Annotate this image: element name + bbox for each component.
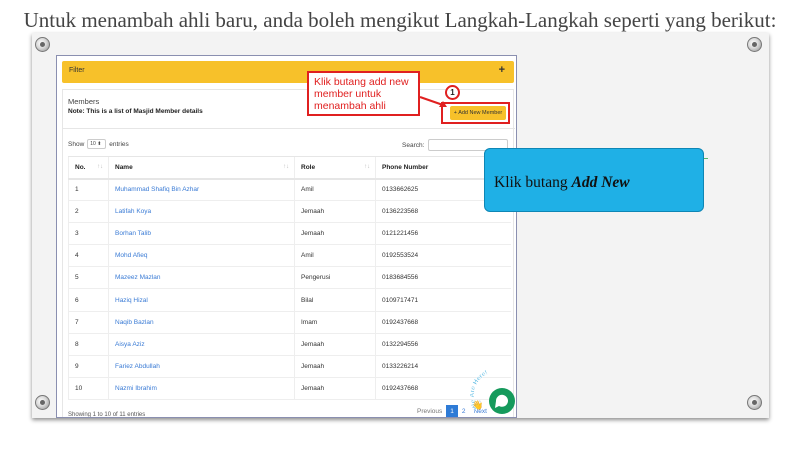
column-header-no[interactable]: No. ↑↓	[68, 156, 109, 180]
pagination-page-2[interactable]: 2	[458, 405, 470, 417]
table-header-row: No. ↑↓ Name ↑↓ Role ↑↓ Phone Number	[68, 156, 511, 180]
pushpin-icon	[747, 395, 762, 410]
sort-icon: ↑↓	[283, 164, 289, 170]
cell-phone: 0132294556	[375, 333, 511, 356]
instruction-callout: Klik butang add new member untuk menamba…	[307, 71, 420, 116]
cell-role: Jemaah	[294, 222, 376, 246]
expand-plus-icon[interactable]: +	[499, 64, 505, 76]
pushpin-icon	[35, 37, 50, 52]
cell-role: Imam	[294, 311, 376, 334]
show-label: Show	[68, 140, 85, 148]
pagination-previous[interactable]: Previous	[413, 405, 446, 417]
cell-no: 4	[68, 244, 109, 268]
cell-role: Amil	[294, 178, 376, 202]
cell-name[interactable]: Nazmi Ibrahim	[108, 377, 295, 400]
entries-length-control: Show 10 ⬍ entries	[68, 139, 129, 149]
cell-role: Bilal	[294, 288, 376, 312]
cell-no: 9	[68, 355, 109, 378]
cell-phone: 0109717471	[375, 288, 511, 312]
divider	[63, 128, 515, 129]
table-row: 8 Aisya Aziz Jemaah 0132294556	[68, 333, 511, 356]
members-title: Members	[68, 97, 100, 106]
cell-name[interactable]: Mazeez Mazlan	[108, 266, 295, 290]
table-row: 10 Nazmi Ibrahim Jemaah 0192437668	[68, 377, 511, 400]
cell-name[interactable]: Muhammad Shafiq Bin Azhar	[108, 178, 295, 202]
step-number-badge: 1	[445, 85, 460, 100]
instruction-info-box: Klik butang Add New	[484, 148, 704, 212]
cell-name[interactable]: Naqib Bazlan	[108, 311, 295, 334]
search-label: Search:	[402, 141, 425, 149]
chat-widget[interactable]: We Are Here! 👋	[470, 368, 520, 420]
cell-name[interactable]: Aisya Aziz	[108, 333, 295, 356]
cell-role: Jemaah	[294, 200, 376, 224]
sort-icon: ↑↓	[97, 164, 103, 170]
members-note: Note: This is a list of Masjid Member de…	[68, 108, 203, 115]
members-table: No. ↑↓ Name ↑↓ Role ↑↓ Phone Number 1 Muhamm…	[68, 156, 511, 400]
pagination-page-1[interactable]: 1	[446, 405, 458, 417]
cell-role: Jemaah	[294, 333, 376, 356]
cell-no: 6	[68, 288, 109, 312]
cell-name[interactable]: Haziq Hizal	[108, 288, 295, 312]
cell-role: Jemaah	[294, 377, 376, 400]
cell-role: Pengerusi	[294, 266, 376, 290]
cell-name[interactable]: Borhan Talib	[108, 222, 295, 246]
cell-name[interactable]: Fariez Abdullah	[108, 355, 295, 378]
table-row: 2 Latifah Koya Jemaah 0136223568	[68, 200, 511, 224]
cell-phone: 0192553524	[375, 244, 511, 268]
members-card: Members Note: This is a list of Masjid M…	[62, 89, 515, 418]
slide-title: Untuk menambah ahli baru, anda boleh men…	[23, 8, 777, 32]
cell-no: 10	[68, 377, 109, 400]
cell-role: Jemaah	[294, 355, 376, 378]
table-info: Showing 1 to 10 of 11 entries	[68, 412, 146, 418]
cell-name[interactable]: Latifah Koya	[108, 200, 295, 224]
callout-arrow-icon	[419, 96, 447, 107]
cell-role: Amil	[294, 244, 376, 268]
table-row: 5 Mazeez Mazlan Pengerusi 0183684556	[68, 266, 511, 290]
table-row: 6 Haziq Hizal Bilal 0109717471	[68, 288, 511, 312]
cell-phone: 0192437668	[375, 311, 511, 334]
instruction-text: Klik butang Add New	[494, 174, 630, 191]
column-header-role[interactable]: Role ↑↓	[294, 156, 376, 180]
table-row: 7 Naqib Bazlan Imam 0192437668	[68, 311, 511, 334]
waving-hand-icon: 👋	[472, 400, 483, 411]
entries-select[interactable]: 10 ⬍	[87, 139, 107, 149]
column-header-name[interactable]: Name ↑↓	[108, 156, 295, 180]
entries-label: entries	[109, 140, 129, 148]
table-row: 4 Mohd Afieq Amil 0192553524	[68, 244, 511, 268]
cell-no: 3	[68, 222, 109, 246]
cell-phone: 0121221456	[375, 222, 511, 246]
pushpin-icon	[747, 37, 762, 52]
table-row: 1 Muhammad Shafiq Bin Azhar Amil 0133662625	[68, 178, 511, 202]
sort-icon: ↑↓	[364, 164, 370, 170]
cell-no: 2	[68, 200, 109, 224]
add-button-highlight-box	[441, 102, 510, 124]
cell-name[interactable]: Mohd Afieq	[108, 244, 295, 268]
cell-phone: 0183684556	[375, 266, 511, 290]
filter-label: Filter	[69, 67, 85, 74]
cell-no: 8	[68, 333, 109, 356]
cell-no: 5	[68, 266, 109, 290]
table-row: 3 Borhan Talib Jemaah 0121221456	[68, 222, 511, 246]
table-row: 9 Fariez Abdullah Jemaah 0133226214	[68, 355, 511, 378]
filter-panel-header[interactable]: Filter +	[62, 61, 514, 83]
connector-line	[704, 158, 708, 159]
pushpin-icon	[35, 395, 50, 410]
cell-no: 1	[68, 178, 109, 202]
cell-no: 7	[68, 311, 109, 334]
